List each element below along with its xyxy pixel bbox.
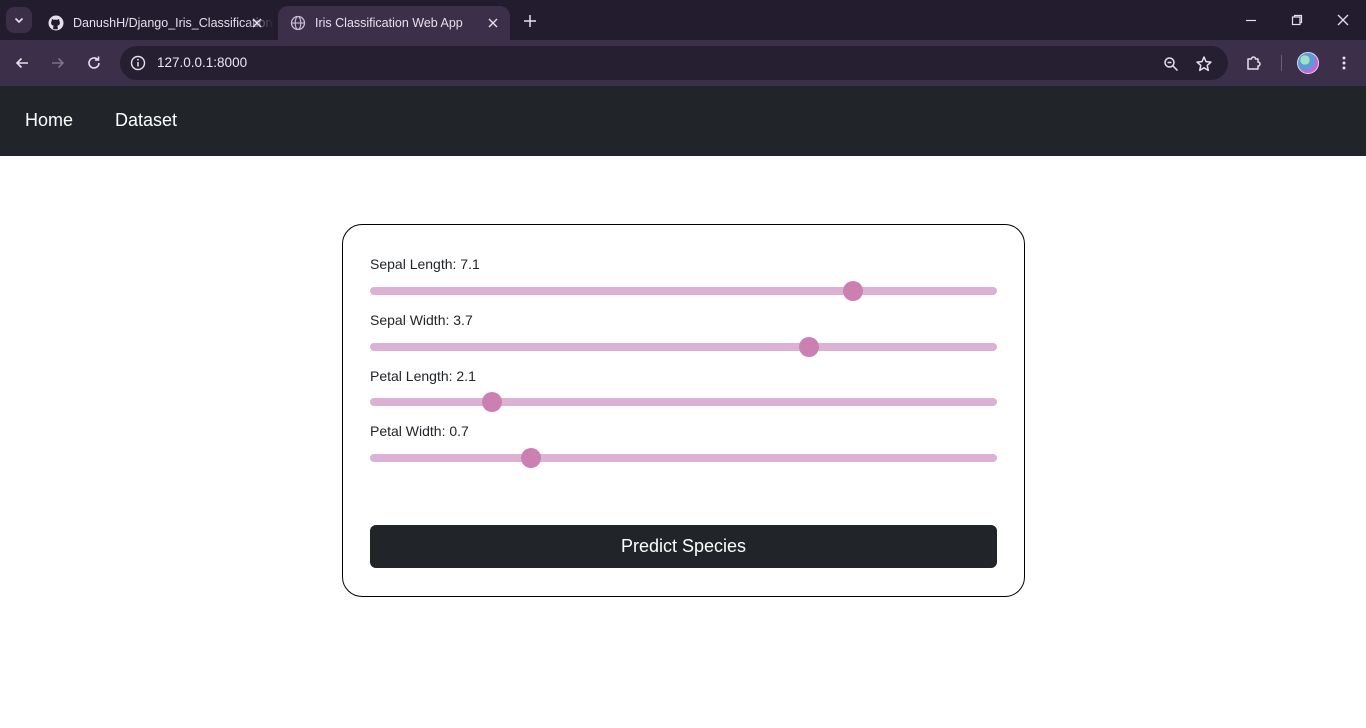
slider-track: [370, 287, 997, 295]
sepal-width-label: Sepal Width: 3.7: [370, 312, 473, 328]
restore-button[interactable]: [1274, 0, 1320, 40]
menu-button[interactable]: [1332, 51, 1356, 75]
tab-title: DanushH/Django_Iris_Classification: [73, 16, 273, 30]
chevron-down-icon: [14, 17, 24, 24]
arrow-right-icon: [52, 57, 65, 69]
restore-icon: [1291, 14, 1303, 26]
slider-thumb[interactable]: [482, 392, 503, 412]
slider-thumb[interactable]: [842, 281, 863, 301]
reload-button[interactable]: [80, 49, 108, 77]
tab-title: Iris Classification Web App: [315, 16, 463, 30]
slider-thumb[interactable]: [798, 337, 819, 357]
browser-tab-active[interactable]: Iris Classification Web App: [278, 6, 510, 40]
petal-width-slider[interactable]: [370, 445, 997, 471]
zoom-icon[interactable]: [1160, 53, 1182, 75]
arrow-left-icon: [15, 57, 28, 69]
toolbar-divider: [1281, 55, 1282, 71]
address-bar[interactable]: 127.0.0.1:8000: [120, 46, 1228, 80]
slider-track: [370, 398, 997, 406]
close-window-button[interactable]: [1320, 0, 1366, 40]
site-info-icon[interactable]: [126, 51, 150, 75]
forward-button[interactable]: [44, 49, 72, 77]
url-text[interactable]: 127.0.0.1:8000: [157, 55, 247, 70]
slider-track: [370, 454, 997, 462]
close-icon[interactable]: [484, 14, 502, 32]
github-icon: [48, 15, 64, 31]
plus-icon: [524, 15, 536, 27]
nav-link-home[interactable]: Home: [25, 110, 73, 131]
minimize-icon: [1246, 19, 1256, 22]
profile-avatar[interactable]: [1297, 52, 1319, 74]
predict-species-button[interactable]: Predict Species: [370, 525, 997, 568]
petal-length-slider[interactable]: [370, 389, 997, 415]
new-tab-button[interactable]: [518, 10, 542, 32]
petal-width-label: Petal Width: 0.7: [370, 423, 469, 439]
slider-thumb[interactable]: [521, 448, 542, 468]
globe-icon: [290, 15, 306, 31]
browser-toolbar: 127.0.0.1:8000: [0, 40, 1366, 86]
tab-search-button[interactable]: [6, 7, 32, 33]
extensions-button[interactable]: [1242, 51, 1266, 75]
more-vertical-icon: [1342, 56, 1346, 70]
sepal-width-slider[interactable]: [370, 334, 997, 360]
sepal-length-slider[interactable]: [370, 278, 997, 304]
site-navbar: Home Dataset: [0, 86, 1366, 156]
slider-track: [370, 343, 997, 351]
nav-link-dataset[interactable]: Dataset: [115, 110, 177, 131]
puzzle-icon: [1247, 56, 1261, 70]
sepal-length-label: Sepal Length: 7.1: [370, 256, 480, 272]
petal-length-label: Petal Length: 2.1: [370, 368, 476, 384]
back-button[interactable]: [8, 49, 36, 77]
reload-icon: [88, 56, 100, 69]
browser-tab-github[interactable]: DanushH/Django_Iris_Classification: [36, 6, 274, 40]
minimize-button[interactable]: [1228, 0, 1274, 40]
close-icon: [1337, 14, 1349, 26]
prediction-form-card: Sepal Length: 7.1 Sepal Width: 3.7 Petal…: [342, 224, 1025, 597]
browser-tab-strip: DanushH/Django_Iris_Classification Iris …: [0, 0, 1366, 40]
bookmark-star-icon[interactable]: [1192, 52, 1216, 76]
